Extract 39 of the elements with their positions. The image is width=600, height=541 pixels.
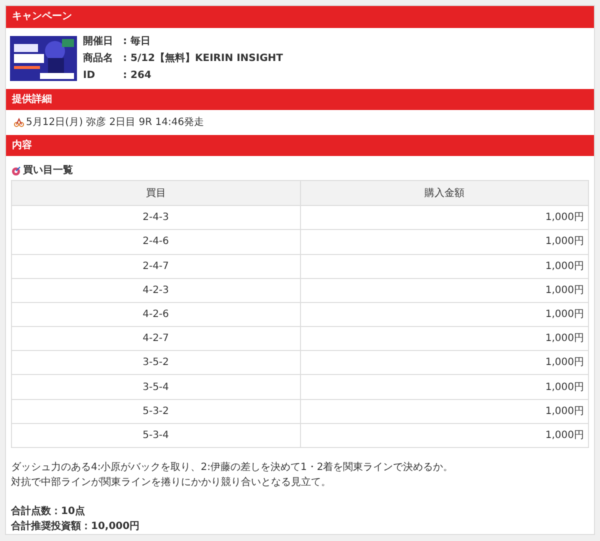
table-cell: 1,000円 (300, 374, 588, 400)
column-header: 買目 (12, 180, 300, 206)
table-cell: 5-3-4 (12, 423, 300, 448)
info-label: ID (83, 68, 96, 83)
table-cell: 1,000円 (300, 423, 588, 448)
comment-text: 対抗で中部ラインが関東ラインを捲りにかかり競り合いとなる見立て。 (11, 476, 332, 490)
total-text: 合計点数：10点 (11, 504, 86, 519)
section-header: キャンペーン (6, 6, 594, 28)
table-cell: 3-5-2 (12, 350, 300, 375)
race-info: 5月12日(月) 弥彦 2日目 9R 14:46発走 (26, 116, 204, 130)
table-cell: 5-3-2 (12, 399, 300, 424)
info-value: : 毎日 (123, 34, 150, 49)
bicycle-icon (14, 117, 24, 128)
total-text: 合計推奨投資額：10,000円 (11, 520, 141, 534)
dart-icon (11, 166, 21, 176)
table-cell: 1,000円 (300, 230, 588, 254)
table-cell: 4-2-6 (12, 302, 300, 327)
table-cell: 1,000円 (300, 399, 588, 424)
column-header: 購入金額 (300, 180, 588, 206)
table-cell: 1,000円 (300, 206, 588, 230)
table-cell: 1,000円 (300, 302, 588, 327)
table-cell: 1,000円 (300, 326, 588, 351)
list-title: 買い目一覧 (23, 164, 73, 178)
table-cell: 2-4-7 (12, 254, 300, 278)
table-cell: 1,000円 (300, 254, 588, 278)
comment-text: ダッシュ力のある4:小原がバックを取り、2:伊藤の差しを決めて1・2着を関東ラインで決めるか。 (11, 460, 454, 475)
table-cell: 2-4-3 (12, 206, 300, 230)
info-value: : 5/12【無料】KEIRIN INSIGHT (123, 52, 283, 66)
table-cell: 1,000円 (300, 350, 588, 375)
section-header: 提供詳細 (6, 88, 594, 110)
table-cell: 1,000円 (300, 278, 588, 302)
info-label: 商品名 (83, 51, 114, 66)
table-cell: 4-2-3 (12, 278, 300, 302)
table-cell: 4-2-7 (12, 326, 300, 351)
section-header: 内容 (6, 134, 594, 156)
info-value: : 264 (123, 68, 152, 83)
table-cell: 3-5-4 (12, 374, 300, 400)
table-cell: 2-4-6 (12, 230, 300, 254)
info-label: 開催日 (83, 34, 114, 49)
